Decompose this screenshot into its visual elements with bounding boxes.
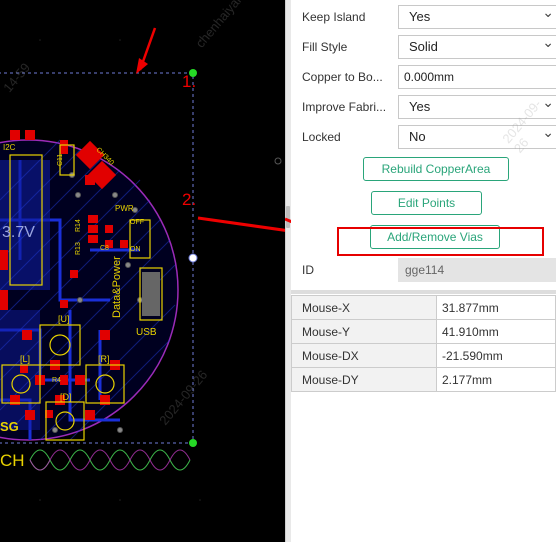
pcb-board-drawing[interactable]: I2C PWR OFF ON USB [U] [L] [R] [D] SG CH… — [0, 0, 285, 542]
edit-points-button[interactable]: Edit Points — [371, 191, 482, 215]
selection-handle-bottom[interactable] — [189, 439, 197, 447]
id-row: ID gge114 — [291, 258, 556, 283]
rebuild-copper-area-button[interactable]: Rebuild CopperArea — [363, 157, 509, 181]
properties-panel: Keep Island Yes Fill Style Solid Copper … — [291, 0, 556, 542]
mouse-dy-value: 2.177mm — [436, 367, 556, 392]
mouse-dy-label: Mouse-DY — [291, 367, 437, 392]
silk-off: OFF — [130, 219, 144, 226]
silk-btn-down: [D] — [60, 392, 72, 402]
prop-row-improve-fabrication: Improve Fabri... Yes — [291, 91, 556, 122]
silk-btn-up: [U] — [58, 314, 70, 324]
silk-c11: C11 — [57, 154, 64, 166]
mouse-x-value: 31.877mm — [436, 295, 556, 320]
silk-ch: CH — [0, 451, 25, 470]
silk-r13: R13 — [75, 242, 82, 255]
copper-to-board-input[interactable]: 0.000mm — [398, 65, 556, 89]
mouse-dx-label: Mouse-DX — [291, 343, 437, 368]
id-label: ID — [302, 263, 314, 277]
silk-data-power: Data&Power — [111, 256, 123, 318]
improve-fabrication-select[interactable]: Yes — [398, 91, 556, 119]
fill-style-label: Fill Style — [302, 40, 348, 54]
usb-connector — [142, 272, 160, 316]
add-remove-vias-highlight — [337, 227, 544, 256]
locked-label: Locked — [302, 130, 341, 144]
improve-fabrication-label: Improve Fabri... — [302, 100, 387, 114]
table-row: Mouse-X 31.877mm — [291, 295, 556, 320]
pcb-canvas[interactable]: I2C PWR OFF ON USB [U] [L] [R] [D] SG CH… — [0, 0, 285, 542]
silk-pwr: PWR — [115, 204, 134, 213]
silk-on: ON — [130, 246, 141, 253]
prop-row-fill-style: Fill Style Solid — [291, 31, 556, 62]
annotation-step-1: 1. — [182, 72, 197, 91]
panel-separator — [291, 290, 556, 294]
silk-sg: SG — [0, 419, 19, 434]
silk-r14: R14 — [75, 219, 82, 232]
silk-c8: C8 — [100, 245, 109, 252]
mouse-dx-value: -21.590mm — [436, 343, 556, 368]
mouse-y-value: 41.910mm — [436, 319, 556, 344]
copper-to-board-label: Copper to Bo... — [302, 70, 383, 84]
silk-btn-right: [R] — [98, 354, 110, 364]
table-row: Mouse-DX -21.590mm — [291, 343, 556, 368]
prop-row-locked: Locked No — [291, 121, 556, 152]
mouse-coordinates-table: Mouse-X 31.877mm Mouse-Y 41.910mm Mouse-… — [291, 295, 556, 392]
table-row: Mouse-Y 41.910mm — [291, 319, 556, 344]
mouse-x-label: Mouse-X — [291, 295, 437, 320]
arrow-two — [197, 216, 285, 232]
table-row: Mouse-DY 2.177mm — [291, 367, 556, 392]
silk-usb: USB — [136, 327, 157, 338]
silk-r4: R4 — [52, 377, 61, 384]
canvas-origin-marker — [274, 157, 282, 165]
silk-voltage: 3.7V — [2, 224, 35, 241]
selection-handle-mid[interactable] — [188, 253, 198, 263]
locked-select[interactable]: No — [398, 121, 556, 149]
mouse-y-label: Mouse-Y — [291, 319, 437, 344]
silk-btn-left: [L] — [20, 354, 30, 364]
keep-island-label: Keep Island — [302, 10, 366, 24]
id-field: gge114 — [398, 258, 556, 282]
keep-island-select[interactable]: Yes — [398, 1, 556, 29]
prop-row-keep-island: Keep Island Yes — [291, 1, 556, 32]
silk-i2c: I2C — [3, 143, 16, 152]
prop-row-copper-to-board: Copper to Bo... 0.000mm — [291, 62, 556, 92]
annotation-step-2: 2. — [182, 190, 197, 209]
fill-style-select[interactable]: Solid — [398, 31, 556, 59]
